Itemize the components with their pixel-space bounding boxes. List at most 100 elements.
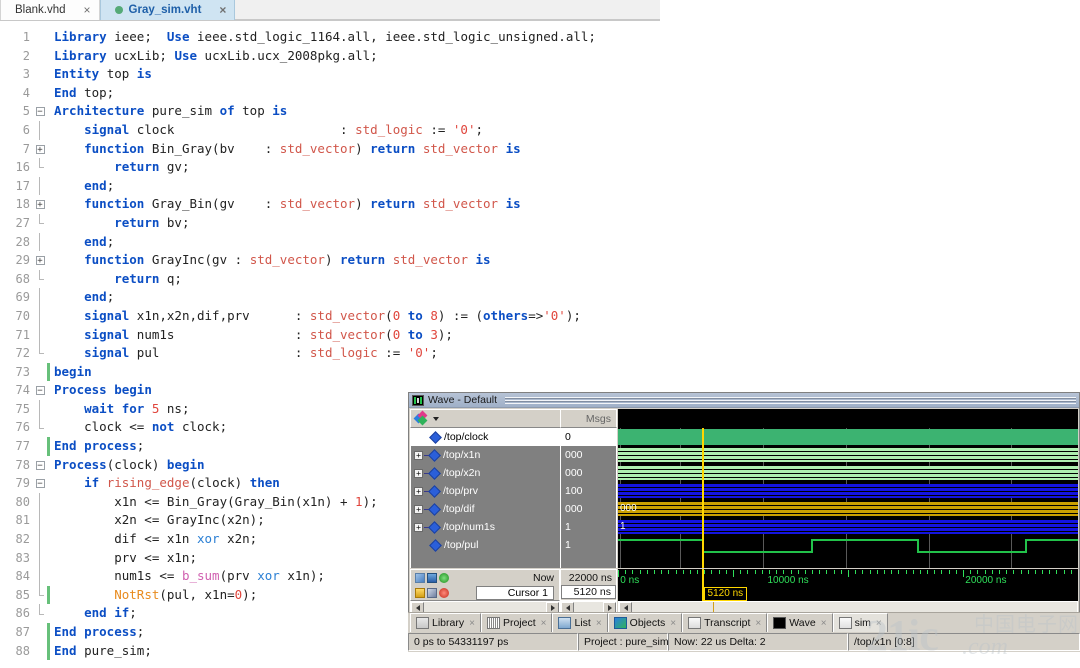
waveform-row[interactable]	[618, 464, 1078, 482]
fold-marker[interactable]	[33, 120, 47, 140]
code-line[interactable]: 3 Entity top is	[0, 65, 660, 84]
signal-row[interactable]: + /top/dif	[411, 500, 560, 518]
panel-tab-library[interactable]: Library ×	[410, 613, 481, 632]
code-line[interactable]: 7 + function Bin_Gray(bv : std_vector) re…	[0, 140, 660, 159]
time-ruler[interactable]: 0 ns 10000 ns 20000 ns	[618, 569, 1078, 586]
close-icon[interactable]: ×	[876, 618, 882, 629]
fold-marker[interactable]	[33, 158, 47, 177]
fold-marker[interactable]	[33, 288, 47, 307]
signal-row[interactable]: /top/clock	[411, 428, 560, 446]
fold-marker[interactable]	[33, 511, 47, 531]
signal-names-header[interactable]	[410, 409, 560, 428]
fold-marker[interactable]	[33, 84, 47, 103]
panel-tab-wave[interactable]: Wave ×	[767, 613, 833, 632]
signal-row[interactable]: + /top/prv	[411, 482, 560, 500]
fold-marker[interactable]	[33, 325, 47, 345]
expand-icon[interactable]: +	[414, 450, 423, 460]
cursor-name[interactable]: Cursor 1	[476, 585, 554, 600]
code-line[interactable]: 68 return q;	[0, 269, 660, 289]
fold-expand-icon[interactable]: +	[35, 256, 45, 266]
cursor-time-flag[interactable]: 5120 ns	[703, 587, 748, 601]
expand-icon[interactable]: +	[414, 468, 423, 478]
waveform-row[interactable]	[618, 482, 1078, 500]
chevron-down-icon[interactable]	[433, 416, 439, 421]
panel-tab-project[interactable]: Project ×	[480, 613, 553, 632]
code-line[interactable]: 6 signal clock : std_logic := '0';	[0, 120, 660, 140]
fold-collapse-icon[interactable]: −	[35, 479, 45, 489]
add-cursor-icon[interactable]	[415, 572, 425, 583]
code-line[interactable]: 2 Library ucxLib; Use ucxLib.ucx_2008pkg.…	[0, 47, 660, 66]
fold-marker[interactable]	[33, 176, 47, 196]
cursor-list-icon[interactable]	[427, 572, 437, 583]
fold-collapse-icon[interactable]: −	[35, 460, 45, 470]
fold-collapse-icon[interactable]: −	[35, 107, 45, 117]
fold-marker[interactable]: −	[33, 102, 47, 121]
close-icon[interactable]: ×	[755, 618, 761, 629]
cursor-value[interactable]: 5120 ns	[561, 585, 616, 599]
signal-names-pane[interactable]: /top/clock + /top/x1n + /top/x2n + /top/prv + /t…	[410, 428, 560, 568]
fold-marker[interactable]	[33, 585, 47, 605]
signal-row[interactable]: + /top/x1n	[411, 446, 560, 464]
fold-marker[interactable]	[33, 232, 47, 252]
code-line[interactable]: 16 return gv;	[0, 158, 660, 177]
close-icon[interactable]: ×	[469, 618, 475, 629]
code-line[interactable]: 5− Architecture pure_sim of top is	[0, 102, 660, 121]
fold-marker[interactable]	[33, 363, 47, 382]
fold-marker[interactable]	[33, 306, 47, 326]
panel-tab-transcript[interactable]: Transcript ×	[682, 613, 768, 632]
code-line[interactable]: 72 signal pul : std_logic := '0';	[0, 344, 660, 363]
close-icon[interactable]: ×	[821, 618, 827, 629]
ruler-cursor-line[interactable]	[701, 569, 704, 586]
close-icon[interactable]: ×	[596, 618, 602, 629]
panel-tab-sim[interactable]: sim ×	[832, 613, 888, 632]
delete-cursor-icon[interactable]	[439, 587, 449, 598]
fold-expand-icon[interactable]: +	[35, 144, 45, 154]
wave-window-titlebar[interactable]: Wave - Default	[409, 393, 1079, 408]
code-line[interactable]: 1 Library ieee; Use ieee.std_logic_1164.a…	[0, 28, 660, 47]
expand-icon[interactable]: +	[414, 522, 423, 532]
fold-marker[interactable]: −	[33, 456, 47, 475]
close-icon[interactable]: ×	[541, 618, 547, 629]
fold-expand-icon[interactable]: +	[35, 200, 45, 210]
cursor-toolbar-icons[interactable]	[415, 572, 449, 583]
fold-marker[interactable]	[33, 623, 47, 642]
signal-row[interactable]: + /top/num1s	[411, 518, 560, 536]
add-green-icon[interactable]	[439, 572, 449, 583]
close-icon[interactable]: ×	[219, 4, 226, 16]
fold-marker[interactable]	[33, 28, 47, 47]
waveform-row[interactable]	[618, 446, 1078, 464]
code-line[interactable]: 4 End top;	[0, 84, 660, 103]
fold-marker[interactable]: +	[33, 195, 47, 214]
fold-collapse-icon[interactable]: −	[35, 386, 45, 396]
fold-marker[interactable]	[33, 492, 47, 512]
expand-icon[interactable]: +	[414, 486, 423, 496]
fold-marker[interactable]: −	[33, 474, 47, 493]
code-line[interactable]: 71 signal num1s : std_vector(0 to 3);	[0, 325, 660, 345]
cursor-lock-icons[interactable]	[415, 587, 449, 598]
fold-marker[interactable]	[33, 47, 47, 66]
signal-row[interactable]: /top/pul	[411, 536, 560, 554]
code-line[interactable]: 29 + function GrayInc(gv : std_vector) re…	[0, 251, 660, 270]
editor-tab-gray-sim-vht[interactable]: Gray_sim.vht ×	[99, 0, 236, 20]
fold-marker[interactable]	[33, 213, 47, 233]
signal-row[interactable]: + /top/x2n	[411, 464, 560, 482]
fold-marker[interactable]	[33, 567, 47, 586]
msgs-column-header[interactable]: Msgs	[560, 409, 617, 428]
palette-icon[interactable]	[413, 410, 428, 426]
fold-marker[interactable]	[33, 548, 47, 568]
code-line[interactable]: 28 end;	[0, 232, 660, 252]
cursor-flag-bar[interactable]: 5120 ns	[618, 586, 1078, 601]
code-line[interactable]: 18 + function Gray_Bin(gv : std_vector) r…	[0, 195, 660, 214]
waveform-canvas[interactable]: 000 1	[618, 428, 1078, 568]
cursor-line[interactable]	[701, 428, 704, 568]
fold-marker[interactable]	[33, 418, 47, 437]
expand-icon[interactable]: +	[414, 504, 423, 514]
fold-marker[interactable]	[33, 437, 47, 456]
fold-marker[interactable]: −	[33, 381, 47, 400]
fold-marker[interactable]	[33, 65, 47, 84]
fold-marker[interactable]	[33, 642, 47, 661]
panel-tab-objects[interactable]: Objects ×	[607, 613, 683, 632]
code-line[interactable]: 27 return bv;	[0, 213, 660, 233]
fold-marker[interactable]	[33, 269, 47, 289]
fold-marker[interactable]: +	[33, 251, 47, 270]
